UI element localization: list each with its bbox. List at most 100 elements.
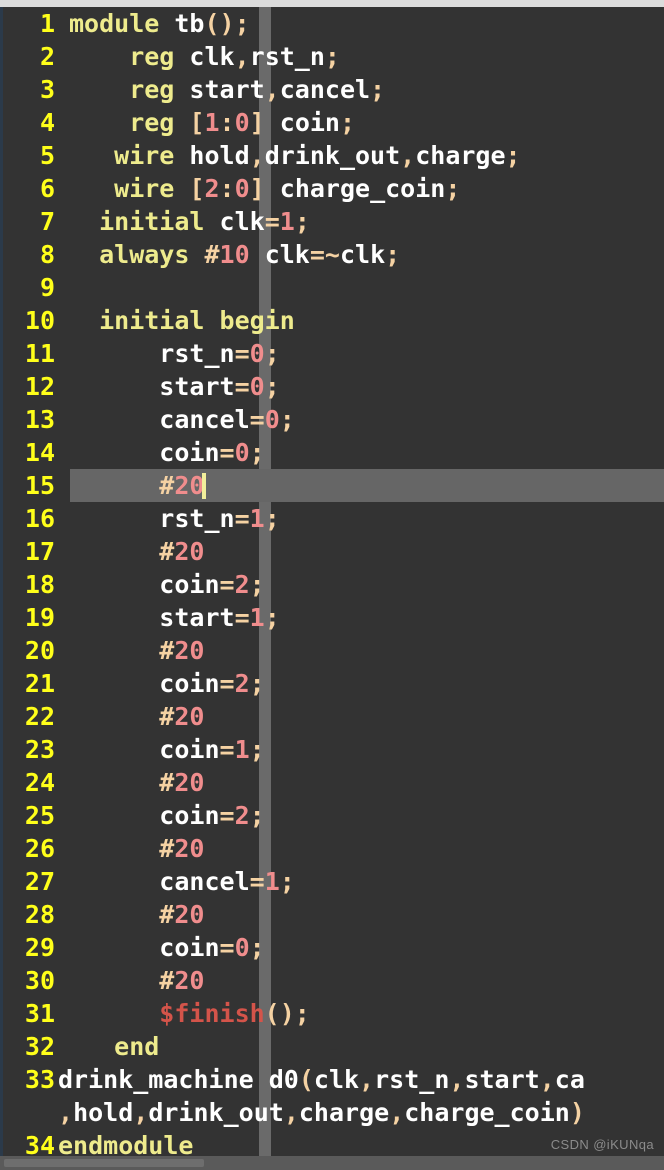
line-content[interactable]: #20 [69, 766, 204, 799]
code-line[interactable]: 16 rst_n=1; [3, 502, 664, 535]
line-number: 34 [24, 1131, 55, 1160]
code-line[interactable]: 12 start=0; [3, 370, 664, 403]
code-line[interactable]: 26 #20 [3, 832, 664, 865]
code-line[interactable]: 6 wire [2:0] charge_coin; [3, 172, 664, 205]
code-content-area[interactable]: 1 module tb(); 2 reg clk,rst_n; 3 reg st… [3, 7, 664, 1163]
code-line[interactable]: 27 cancel=1; [3, 865, 664, 898]
window-top-strip [0, 0, 664, 7]
line-number: 1 [39, 9, 55, 38]
line-content[interactable]: #20 [69, 898, 204, 931]
line-content[interactable]: rst_n=1; [69, 502, 279, 535]
line-content[interactable]: module tb(); [69, 7, 250, 40]
code-editor: 1 module tb(); 2 reg clk,rst_n; 3 reg st… [0, 0, 664, 1170]
line-content[interactable]: always #10 clk=~clk; [69, 238, 400, 271]
line-content[interactable]: ,hold,drink_out,charge,charge_coin) [58, 1096, 585, 1129]
line-content[interactable]: coin=2; [69, 799, 264, 832]
line-content[interactable]: #20 [69, 469, 207, 502]
line-content[interactable]: coin=1; [69, 733, 264, 766]
code-line[interactable]: 18 coin=2; [3, 568, 664, 601]
code-line[interactable]: 30 #20 [3, 964, 664, 997]
line-content[interactable]: reg clk,rst_n; [69, 40, 340, 73]
line-number: 7 [39, 207, 55, 236]
line-number: 16 [24, 504, 55, 533]
line-content[interactable]: initial clk=1; [69, 205, 310, 238]
line-content[interactable]: start=0; [69, 370, 279, 403]
code-line[interactable]: 25 coin=2; [3, 799, 664, 832]
line-content[interactable]: wire [2:0] charge_coin; [69, 172, 460, 205]
line-number: 11 [24, 339, 55, 368]
line-number: 29 [24, 933, 55, 962]
code-line[interactable]: 31 $finish(); [3, 997, 664, 1030]
text-caret [202, 473, 207, 499]
code-line[interactable]: 14 coin=0; [3, 436, 664, 469]
line-content[interactable]: #20 [69, 832, 204, 865]
code-line-wrap-continuation[interactable]: ,hold,drink_out,charge,charge_coin) [3, 1096, 664, 1129]
line-number: 13 [24, 405, 55, 434]
line-number: 15 [24, 471, 55, 500]
line-number: 31 [24, 999, 55, 1028]
line-number: 25 [24, 801, 55, 830]
line-content[interactable]: initial begin [69, 304, 295, 337]
code-line[interactable]: 32 end [3, 1030, 664, 1063]
line-number: 28 [24, 900, 55, 929]
line-number: 5 [39, 141, 55, 170]
line-number: 4 [39, 108, 55, 137]
code-line[interactable]: 17 #20 [3, 535, 664, 568]
code-line[interactable]: 13 cancel=0; [3, 403, 664, 436]
line-number: 9 [39, 273, 55, 302]
code-line[interactable]: 1 module tb(); [3, 7, 664, 40]
line-number: 10 [24, 306, 55, 335]
line-content[interactable]: wire hold,drink_out,charge; [69, 139, 520, 172]
code-line[interactable]: 23 coin=1; [3, 733, 664, 766]
code-line[interactable]: 2 reg clk,rst_n; [3, 40, 664, 73]
code-line[interactable]: 33 drink_machine d0(clk,rst_n,start,ca [3, 1063, 664, 1096]
line-content[interactable]: cancel=1; [69, 865, 295, 898]
code-line[interactable]: 11 rst_n=0; [3, 337, 664, 370]
line-content[interactable]: start=1; [69, 601, 279, 634]
code-line[interactable]: 7 initial clk=1; [3, 205, 664, 238]
line-number: 20 [24, 636, 55, 665]
line-number: 30 [24, 966, 55, 995]
code-line[interactable]: 5 wire hold,drink_out,charge; [3, 139, 664, 172]
line-content[interactable]: rst_n=0; [69, 337, 279, 370]
code-line[interactable]: 8 always #10 clk=~clk; [3, 238, 664, 271]
line-content[interactable]: coin=0; [69, 436, 264, 469]
line-number: 21 [24, 669, 55, 698]
code-line[interactable]: 9 [3, 271, 664, 304]
code-line[interactable]: 21 coin=2; [3, 667, 664, 700]
line-content[interactable]: coin=2; [69, 667, 264, 700]
line-number: 6 [39, 174, 55, 203]
line-number: 22 [24, 702, 55, 731]
line-content[interactable]: reg start,cancel; [69, 73, 385, 106]
code-line[interactable]: 19 start=1; [3, 601, 664, 634]
line-number: 33 [24, 1065, 55, 1094]
code-line[interactable]: 29 coin=0; [3, 931, 664, 964]
line-number: 24 [24, 768, 55, 797]
code-line[interactable]: 3 reg start,cancel; [3, 73, 664, 106]
line-content[interactable]: endmodule [58, 1129, 193, 1162]
line-content[interactable]: #20 [69, 964, 204, 997]
line-number: 12 [24, 372, 55, 401]
line-content[interactable]: coin=2; [69, 568, 264, 601]
code-line[interactable]: 10 initial begin [3, 304, 664, 337]
code-line[interactable]: 24 #20 [3, 766, 664, 799]
line-content[interactable]: #20 [69, 634, 204, 667]
line-content[interactable]: reg [1:0] coin; [69, 106, 355, 139]
line-content[interactable]: #20 [69, 700, 204, 733]
code-line[interactable]: 22 #20 [3, 700, 664, 733]
code-line-current[interactable]: 15 #20 [3, 469, 664, 502]
line-content[interactable]: #20 [69, 535, 204, 568]
line-number: 23 [24, 735, 55, 764]
line-number: 19 [24, 603, 55, 632]
csdn-watermark: CSDN @iKUNqa [550, 1137, 654, 1152]
code-line[interactable]: 28 #20 [3, 898, 664, 931]
line-content[interactable]: $finish(); [69, 997, 310, 1030]
line-number: 32 [24, 1032, 55, 1061]
code-line[interactable]: 20 #20 [3, 634, 664, 667]
line-content[interactable]: drink_machine d0(clk,rst_n,start,ca [58, 1063, 585, 1096]
code-line[interactable]: 4 reg [1:0] coin; [3, 106, 664, 139]
line-number: 3 [39, 75, 55, 104]
line-content[interactable]: coin=0; [69, 931, 264, 964]
line-content[interactable]: cancel=0; [69, 403, 295, 436]
line-content[interactable]: end [69, 1030, 159, 1063]
